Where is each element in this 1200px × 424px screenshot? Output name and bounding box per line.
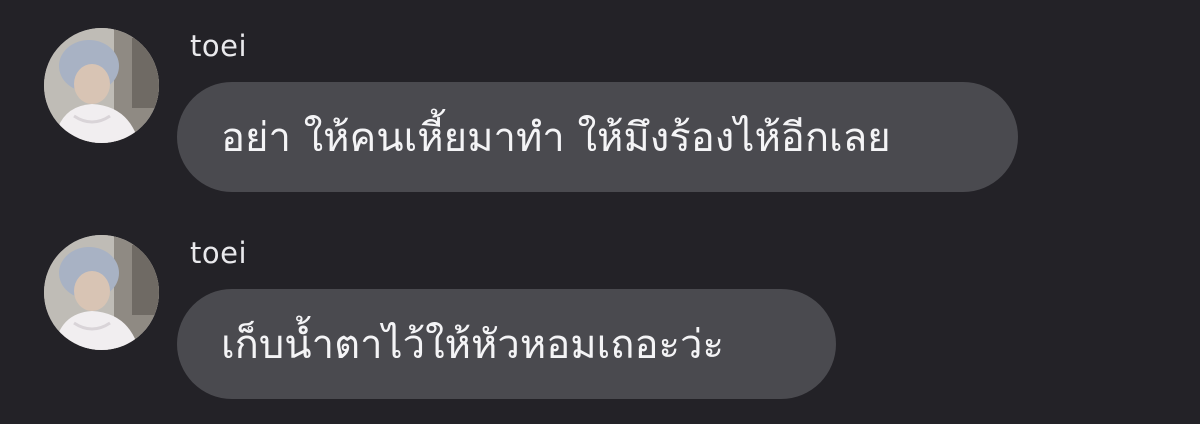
chat-conversation: toei อย่า ให้คนเหี้ยมาทำ ให้มึงร้องไห้อี… (0, 0, 1200, 424)
sender-name: toei (190, 29, 248, 63)
avatar-photo-icon (44, 28, 159, 143)
message-bubble[interactable]: เก็บน้ำตาไว้ให้หัวหอมเถอะว่ะ (177, 289, 836, 399)
message-text: เก็บน้ำตาไว้ให้หัวหอมเถอะว่ะ (221, 322, 724, 368)
sender-name: toei (190, 236, 248, 270)
user-avatar[interactable] (44, 28, 159, 143)
avatar-photo-icon (44, 235, 159, 350)
message-bubble[interactable]: อย่า ให้คนเหี้ยมาทำ ให้มึงร้องไห้อีกเลย (177, 82, 1018, 192)
message-text: อย่า ให้คนเหี้ยมาทำ ให้มึงร้องไห้อีกเลย (221, 115, 891, 161)
user-avatar[interactable] (44, 235, 159, 350)
